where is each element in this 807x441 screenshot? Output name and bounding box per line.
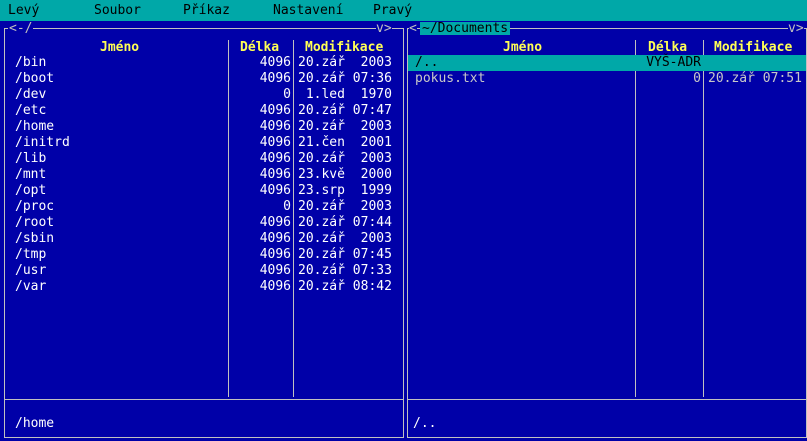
file-size: 4096 xyxy=(259,231,291,246)
file-row[interactable]: /proc 0 20.zář 2003 xyxy=(0,199,404,215)
file-modified: 23.srp 1999 xyxy=(298,183,392,198)
file-row[interactable]: /lib 4096 20.zář 2003 xyxy=(0,151,404,167)
right-header-date[interactable]: Modifikace xyxy=(714,40,792,55)
menu-bar: Levý Soubor Příkaz Nastavení Pravý xyxy=(0,0,807,21)
file-modified: 20.zář 2003 xyxy=(298,55,392,70)
file-size: 0 xyxy=(283,199,291,214)
file-name: /etc xyxy=(15,103,47,118)
file-modified: 20.zář 07:44 xyxy=(298,215,392,230)
menu-command[interactable]: Příkaz xyxy=(183,3,230,18)
file-row[interactable]: /boot 4096 20.zář 07:36 xyxy=(0,71,404,87)
file-size: 4096 xyxy=(259,215,291,230)
menu-options[interactable]: Nastavení xyxy=(273,3,343,18)
file-name: /.. xyxy=(415,55,439,70)
left-panel-sort-toggle[interactable]: v> xyxy=(376,22,392,35)
file-size: 4096 xyxy=(259,167,291,182)
menu-right[interactable]: Pravý xyxy=(373,3,412,18)
file-size: 0 xyxy=(693,71,701,86)
file-row[interactable]: /dev 0 1.led 1970 xyxy=(0,87,404,103)
file-size: 4096 xyxy=(259,71,291,86)
file-size: 4096 xyxy=(259,119,291,134)
right-panel-sort-toggle[interactable]: v> xyxy=(788,22,804,35)
file-name: /root xyxy=(15,215,55,230)
file-name: /var xyxy=(15,279,47,294)
right-panel-path[interactable]: ~/Documents xyxy=(420,22,511,35)
file-name: /proc xyxy=(15,199,55,214)
file-size: 4096 xyxy=(259,151,291,166)
file-name: /tmp xyxy=(15,247,47,262)
file-size: 4096 xyxy=(259,103,291,118)
right-header-name[interactable]: Jméno xyxy=(503,40,542,55)
file-size: 4096 xyxy=(259,135,291,150)
left-panel[interactable]: <-/ v> Jméno Délka Modifikace /bin 4096 20… xyxy=(0,21,404,441)
file-modified: 20.zář 2003 xyxy=(298,119,392,134)
file-row[interactable]: /root 4096 20.zář 07:44 xyxy=(0,215,404,231)
file-modified: 20.zář 07:47 xyxy=(298,103,392,118)
file-name: /initrd xyxy=(15,135,70,150)
file-modified: 20.zář 2003 xyxy=(298,199,392,214)
file-row[interactable]: /.. VYŠ-ADR xyxy=(408,55,806,71)
file-modified: 20.zář 07:33 xyxy=(298,263,392,278)
file-modified: 23.kvě 2000 xyxy=(298,167,392,182)
file-modified: 20.zář 08:42 xyxy=(298,279,392,294)
file-name: /sbin xyxy=(15,231,55,246)
menu-file[interactable]: Soubor xyxy=(94,3,141,18)
left-header-name[interactable]: Jméno xyxy=(100,40,139,55)
file-size: 4096 xyxy=(259,247,291,262)
file-size: 4096 xyxy=(259,183,291,198)
file-modified: 21.čen 2001 xyxy=(298,135,392,150)
right-file-list: /.. VYŠ-ADR pokus.txt 0 20.zář 07:51 xyxy=(407,55,807,87)
file-modified: 20.zář 07:45 xyxy=(298,247,392,262)
right-panel-history-toggle[interactable]: < xyxy=(409,22,417,35)
left-header-size[interactable]: Délka xyxy=(240,40,279,55)
file-row[interactable]: /etc 4096 20.zář 07:47 xyxy=(0,103,404,119)
file-size: VYŠ-ADR xyxy=(646,55,701,70)
left-status-path: /home xyxy=(15,416,55,431)
file-row[interactable]: /home 4096 20.zář 2003 xyxy=(0,119,404,135)
file-size: 4096 xyxy=(259,279,291,294)
file-row[interactable]: /opt 4096 23.srp 1999 xyxy=(0,183,404,199)
file-row[interactable]: /sbin 4096 20.zář 2003 xyxy=(0,231,404,247)
file-row[interactable]: /usr 4096 20.zář 07:33 xyxy=(0,263,404,279)
menu-left[interactable]: Levý xyxy=(8,3,39,18)
file-row[interactable]: /var 4096 20.zář 08:42 xyxy=(0,279,404,295)
file-row[interactable]: pokus.txt 0 20.zář 07:51 xyxy=(407,71,807,87)
right-status-divider xyxy=(407,399,807,400)
file-row[interactable]: /mnt 4096 23.kvě 2000 xyxy=(0,167,404,183)
file-modified: 1.led 1970 xyxy=(298,87,392,102)
left-header-date[interactable]: Modifikace xyxy=(305,40,383,55)
file-name: /usr xyxy=(15,263,47,278)
file-row[interactable]: /tmp 4096 20.zář 07:45 xyxy=(0,247,404,263)
right-panel[interactable]: < ~/Documents v> Jméno Délka Modifikace … xyxy=(407,21,807,441)
file-modified: 20.zář 2003 xyxy=(298,151,392,166)
file-modified: 20.zář 07:36 xyxy=(298,71,392,86)
file-row[interactable]: /bin 4096 20.zář 2003 xyxy=(0,55,404,71)
file-name: /bin xyxy=(15,55,47,70)
file-size: 4096 xyxy=(259,55,291,70)
file-size: 4096 xyxy=(259,263,291,278)
right-status-path: /.. xyxy=(413,416,437,431)
right-col-sep-2 xyxy=(703,40,704,397)
file-modified: 20.zář 2003 xyxy=(298,231,392,246)
file-name: /boot xyxy=(15,71,55,86)
left-panel-path[interactable]: <-/ xyxy=(8,22,34,35)
file-size: 0 xyxy=(283,87,291,102)
file-modified: 20.zář 07:51 xyxy=(708,71,802,86)
file-name: /home xyxy=(15,119,55,134)
file-name: /lib xyxy=(15,151,47,166)
file-name: pokus.txt xyxy=(415,71,486,86)
right-panel-frame xyxy=(407,28,807,438)
right-col-sep-1 xyxy=(635,40,636,397)
left-file-list: /bin 4096 20.zář 2003/boot 4096 20.zář 07:36… xyxy=(0,55,404,295)
right-header-size[interactable]: Délka xyxy=(648,40,687,55)
file-name: /mnt xyxy=(15,167,47,182)
left-status-divider xyxy=(4,399,404,400)
file-name: /dev xyxy=(15,87,47,102)
file-row[interactable]: /initrd 4096 21.čen 2001 xyxy=(0,135,404,151)
file-name: /opt xyxy=(15,183,47,198)
